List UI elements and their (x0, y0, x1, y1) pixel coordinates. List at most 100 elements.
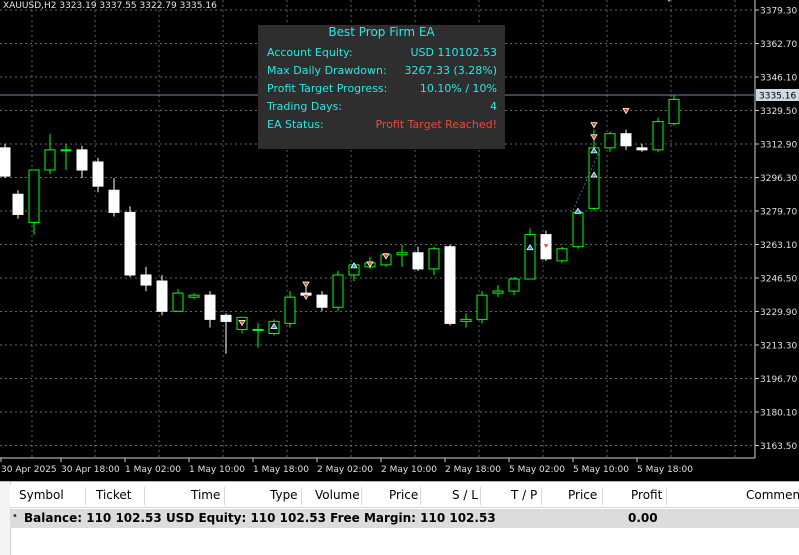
bear-candle (140, 274, 152, 286)
bull-candle (284, 296, 296, 324)
bear-candle (0, 147, 11, 177)
col-volume[interactable]: Volume (315, 488, 360, 502)
bull-candle (172, 292, 184, 312)
column-divider[interactable] (602, 487, 603, 505)
time-axis-label: 30 Apr 18:00 (61, 465, 120, 475)
column-divider[interactable] (85, 487, 86, 505)
column-divider[interactable] (144, 487, 145, 505)
price-axis-label: 3229.90 (760, 308, 797, 318)
column-divider[interactable] (361, 487, 362, 505)
bull-candle (60, 149, 72, 152)
terminal-panel: Symbol Ticket Time Type Volume Price S /… (0, 481, 799, 555)
price-axis-label: 3196.70 (760, 375, 797, 385)
price-axis-label: 3296.30 (760, 174, 797, 184)
bull-candle (508, 278, 520, 292)
bull-candle (28, 169, 40, 224)
bear-candle (620, 133, 632, 147)
time-axis-label: 2 May 18:00 (445, 465, 501, 475)
price-axis-label: 3346.10 (760, 74, 797, 84)
total-profit: 0.00 (628, 511, 658, 525)
time-axis-label: 1 May 18:00 (253, 465, 309, 475)
sell-marker-icon (302, 281, 310, 288)
bull-candle (492, 290, 504, 294)
bull-candle (476, 294, 488, 320)
bull-candle (604, 133, 616, 149)
bull-candle (252, 328, 264, 331)
ea-status-value: Profit Target Reached! (375, 118, 497, 131)
bear-candle (108, 189, 120, 213)
ea-value: 3267.33 (3.28%) (404, 64, 497, 77)
sell-marker-icon (590, 122, 598, 129)
ea-row-equity: Account Equity: USD 110102.53 (267, 46, 497, 62)
ea-label: Max Daily Drawdown: (267, 64, 387, 77)
time-axis-label: 1 May 10:00 (189, 465, 245, 475)
bear-candle (204, 294, 216, 320)
price-axis-label: 3246.50 (760, 275, 797, 285)
price-axis-label: 3362.70 (760, 40, 797, 50)
symbol-info: XAUUSD,H2 3323.19 3337.55 3322.79 3335.1… (3, 1, 217, 11)
bull-candle (652, 121, 664, 151)
bull-candle (44, 149, 56, 171)
col-current-price[interactable]: Price (568, 488, 597, 502)
ea-row-progress: Profit Target Progress: 10.10% / 10% (267, 82, 497, 98)
ea-value: USD 110102.53 (410, 46, 498, 59)
price-axis-label: 3279.70 (760, 208, 797, 218)
ea-info-panel: Best Prop Firm EA Account Equity: USD 11… (258, 25, 505, 149)
ea-row-status: EA Status: Profit Target Reached! (267, 118, 497, 134)
ea-label: Trading Days: (267, 100, 343, 113)
column-divider[interactable] (666, 487, 667, 505)
bear-candle (12, 193, 24, 215)
col-time[interactable]: Time (191, 488, 220, 502)
bear-candle (156, 280, 168, 312)
col-comment[interactable]: Comment (746, 488, 799, 502)
column-divider[interactable] (541, 487, 542, 505)
price-axis-label: 3163.50 (760, 442, 797, 452)
ea-value: 10.10% / 10% (419, 82, 497, 95)
time-axis-label: 5 May 10:00 (573, 465, 629, 475)
column-divider[interactable] (480, 487, 481, 505)
ea-label: Profit Target Progress: (267, 82, 388, 95)
ea-row-drawdown: Max Daily Drawdown: 3267.33 (3.28%) (267, 64, 497, 80)
bull-candle (668, 98, 680, 125)
bull-candle (556, 248, 568, 262)
bull-candle (588, 147, 600, 209)
price-axis-label: 3379.30 (760, 7, 797, 17)
time-axis-label: 5 May 02:00 (509, 465, 565, 475)
bull-candle (428, 248, 440, 270)
chart-area[interactable]: 3379.30 3362.70 3346.10 3329.50 3312.90 3296.… (0, 0, 799, 481)
price-axis-label: 3329.50 (760, 107, 797, 117)
balance-summary: Balance: 110 102.53 USD Equity: 110 102.… (24, 511, 496, 525)
price-axis-label: 3213.30 (760, 342, 797, 352)
bear-candle (412, 252, 424, 270)
column-divider[interactable] (420, 487, 421, 505)
sell-marker-icon (622, 108, 630, 115)
time-axis-label: 2 May 10:00 (381, 465, 437, 475)
bull-candle (460, 318, 472, 322)
time-axis-label: 30 Apr 2025 (1, 465, 57, 475)
ea-panel-title: Best Prop Firm EA (328, 25, 435, 39)
time-axis-label: 5 May 18:00 (637, 465, 693, 475)
bull-candle (332, 274, 344, 308)
col-take-profit[interactable]: T / P (511, 488, 537, 502)
current-price-label: 3335.16 (759, 92, 796, 102)
bear-candle (220, 314, 232, 322)
ea-value: 4 (490, 100, 497, 113)
col-ticket[interactable]: Ticket (96, 488, 132, 502)
bull-candle (572, 211, 584, 248)
price-axis-label: 3312.90 (760, 141, 797, 151)
col-type[interactable]: Type (270, 488, 298, 502)
bear-candle (124, 211, 136, 276)
sell-marker-icon (302, 293, 310, 300)
balance-row[interactable]: Balance: 110 102.53 USD Equity: 110 102.… (10, 509, 799, 528)
bear-candle (636, 147, 648, 151)
bear-candle (76, 149, 88, 171)
chart-shift-marker-icon[interactable] (664, 0, 674, 4)
col-price[interactable]: Price (389, 488, 418, 502)
column-divider[interactable] (224, 487, 225, 505)
col-stop-loss[interactable]: S / L (452, 488, 478, 502)
col-profit[interactable]: Profit (631, 488, 662, 502)
price-axis-label: 3180.10 (760, 409, 797, 419)
col-symbol[interactable]: Symbol (19, 488, 64, 502)
price-axis-label: 3263.10 (760, 241, 797, 251)
column-divider[interactable] (301, 487, 302, 505)
